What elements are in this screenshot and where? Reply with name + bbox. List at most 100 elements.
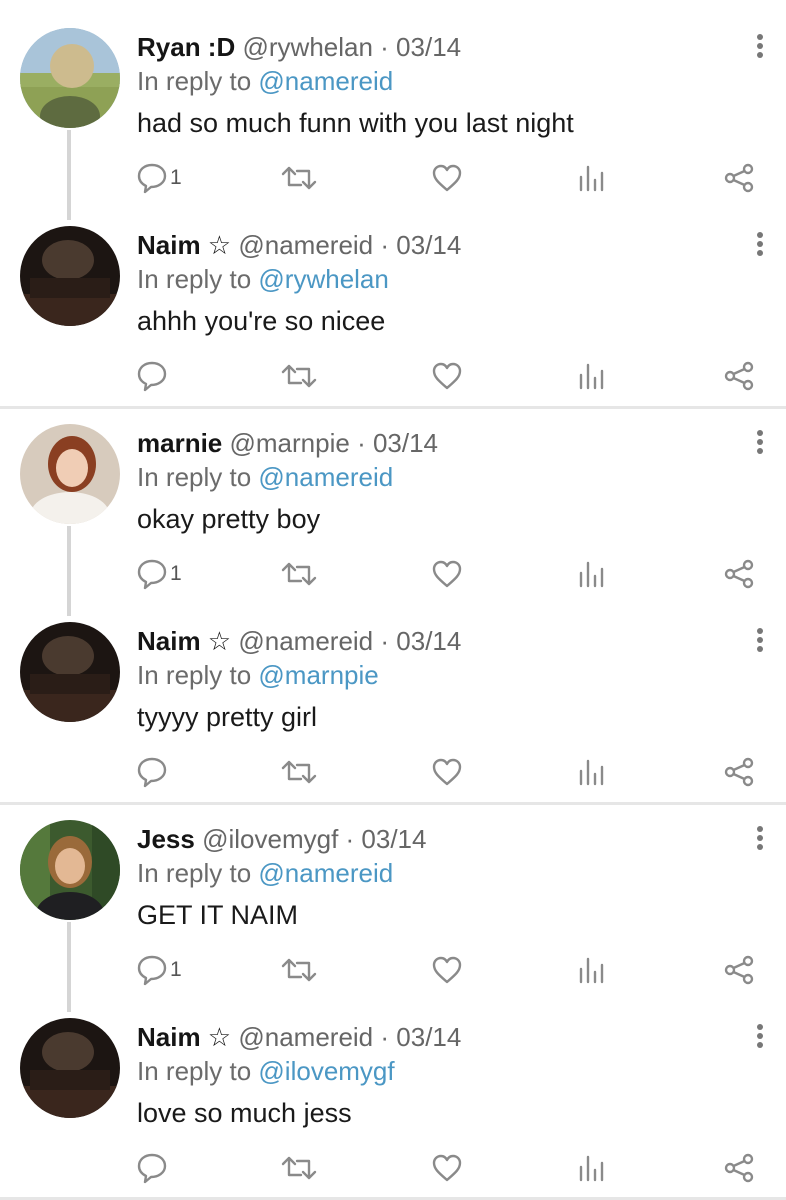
retweet-button[interactable] xyxy=(279,556,319,592)
avatar[interactable] xyxy=(20,622,120,722)
reply-button[interactable] xyxy=(136,1150,170,1186)
more-options-icon[interactable] xyxy=(748,32,772,62)
retweet-icon xyxy=(281,760,317,784)
reply-mention[interactable]: @marnpie xyxy=(258,660,378,690)
share-icon xyxy=(724,1153,754,1183)
reply-mention[interactable]: @ilovemygf xyxy=(258,1056,394,1086)
reply-mention[interactable]: @namereid xyxy=(258,858,393,888)
tweet-text: tyyyy pretty girl xyxy=(137,702,318,732)
reply-button[interactable]: 1 xyxy=(136,556,182,592)
tweet[interactable]: Naim ☆ @namereid · 03/14 In reply to @il… xyxy=(0,990,786,1188)
avatar[interactable] xyxy=(20,226,120,326)
reply-button[interactable]: 1 xyxy=(136,952,182,988)
stats-button[interactable] xyxy=(578,556,606,592)
retweet-button[interactable] xyxy=(279,1150,319,1186)
reply-thread: Ryan :D @rywhelan · 03/14 In reply to @n… xyxy=(0,0,786,1200)
author-name[interactable]: Naim ☆ xyxy=(137,230,231,260)
more-options-icon[interactable] xyxy=(748,428,772,458)
tweet-text: okay pretty boy xyxy=(137,504,321,534)
share-button[interactable] xyxy=(723,160,755,196)
stats-button[interactable] xyxy=(578,160,606,196)
reply-mention[interactable]: @namereid xyxy=(258,462,393,492)
like-button[interactable] xyxy=(431,358,463,394)
avatar[interactable] xyxy=(20,424,120,524)
heart-icon xyxy=(432,164,462,192)
reply-context: In reply to @rywhelan xyxy=(137,264,389,294)
tweet-text: love so much jess xyxy=(137,1098,352,1128)
retweet-button[interactable] xyxy=(279,358,319,394)
stats-button[interactable] xyxy=(578,952,606,988)
share-button[interactable] xyxy=(723,1150,755,1186)
reply-mention[interactable]: @namereid xyxy=(258,66,393,96)
tweet-text: GET IT NAIM xyxy=(137,900,299,930)
tweet-date: · 03/14 xyxy=(380,32,462,62)
tweet[interactable]: Naim ☆ @namereid · 03/14 In reply to @ma… xyxy=(0,594,786,792)
action-bar xyxy=(0,754,786,794)
author-name[interactable]: marnie xyxy=(137,428,222,458)
avatar[interactable] xyxy=(20,28,120,128)
retweet-button[interactable] xyxy=(279,160,319,196)
more-options-icon[interactable] xyxy=(748,1022,772,1052)
author-handle[interactable]: @namereid xyxy=(238,230,373,260)
speech-bubble-icon xyxy=(137,361,167,392)
speech-bubble-icon xyxy=(137,757,167,788)
share-button[interactable] xyxy=(723,952,755,988)
action-bar: 1 xyxy=(0,160,786,200)
retweet-button[interactable] xyxy=(279,754,319,790)
retweet-icon xyxy=(281,958,317,982)
reply-context: In reply to @namereid xyxy=(137,858,393,888)
author-handle[interactable]: @rywhelan xyxy=(242,32,372,62)
author-name[interactable]: Naim ☆ xyxy=(137,626,231,656)
reply-context: In reply to @ilovemygf xyxy=(137,1056,395,1086)
share-button[interactable] xyxy=(723,358,755,394)
author-handle[interactable]: @namereid xyxy=(238,1022,373,1052)
tweet-date: · 03/14 xyxy=(380,230,462,260)
like-button[interactable] xyxy=(431,952,463,988)
author-handle[interactable]: @marnpie xyxy=(230,428,350,458)
reply-button[interactable] xyxy=(136,358,170,394)
reply-button[interactable] xyxy=(136,754,170,790)
tweet[interactable]: marnie @marnpie · 03/14 In reply to @nam… xyxy=(0,396,786,616)
reply-context: In reply to @marnpie xyxy=(137,660,379,690)
share-button[interactable] xyxy=(723,556,755,592)
author-name[interactable]: Jess xyxy=(137,824,195,854)
tweet[interactable]: Jess @ilovemygf · 03/14 In reply to @nam… xyxy=(0,792,786,1012)
reply-prefix: In reply to xyxy=(137,858,252,888)
action-bar xyxy=(0,1150,786,1190)
retweet-button[interactable] xyxy=(279,952,319,988)
like-button[interactable] xyxy=(431,160,463,196)
avatar[interactable] xyxy=(20,820,120,920)
stats-button[interactable] xyxy=(578,754,606,790)
share-button[interactable] xyxy=(723,754,755,790)
more-options-icon[interactable] xyxy=(748,626,772,656)
tweet-date: · 03/14 xyxy=(357,428,439,458)
tweet-date: · 03/14 xyxy=(380,626,462,656)
share-icon xyxy=(724,757,754,787)
tweet[interactable]: Ryan :D @rywhelan · 03/14 In reply to @n… xyxy=(0,0,786,220)
tweet-text: ahhh you're so nicee xyxy=(137,306,386,336)
reply-prefix: In reply to xyxy=(137,462,252,492)
stats-button[interactable] xyxy=(578,1150,606,1186)
retweet-icon xyxy=(281,1156,317,1180)
more-options-icon[interactable] xyxy=(748,230,772,260)
like-button[interactable] xyxy=(431,754,463,790)
reply-prefix: In reply to xyxy=(137,660,252,690)
author-name[interactable]: Naim ☆ xyxy=(137,1022,231,1052)
like-button[interactable] xyxy=(431,556,463,592)
stats-button[interactable] xyxy=(578,358,606,394)
bar-chart-icon xyxy=(579,1155,604,1182)
reply-mention[interactable]: @rywhelan xyxy=(258,264,388,294)
retweet-icon xyxy=(281,364,317,388)
heart-icon xyxy=(432,758,462,786)
more-options-icon[interactable] xyxy=(748,824,772,854)
speech-bubble-icon xyxy=(137,955,167,986)
retweet-icon xyxy=(281,562,317,586)
author-name[interactable]: Ryan :D xyxy=(137,32,235,62)
author-handle[interactable]: @ilovemygf xyxy=(202,824,338,854)
reply-context: In reply to @namereid xyxy=(137,66,393,96)
like-button[interactable] xyxy=(431,1150,463,1186)
avatar[interactable] xyxy=(20,1018,120,1118)
author-handle[interactable]: @namereid xyxy=(238,626,373,656)
reply-button[interactable]: 1 xyxy=(136,160,182,196)
tweet[interactable]: Naim ☆ @namereid · 03/14 In reply to @ry… xyxy=(0,198,786,396)
